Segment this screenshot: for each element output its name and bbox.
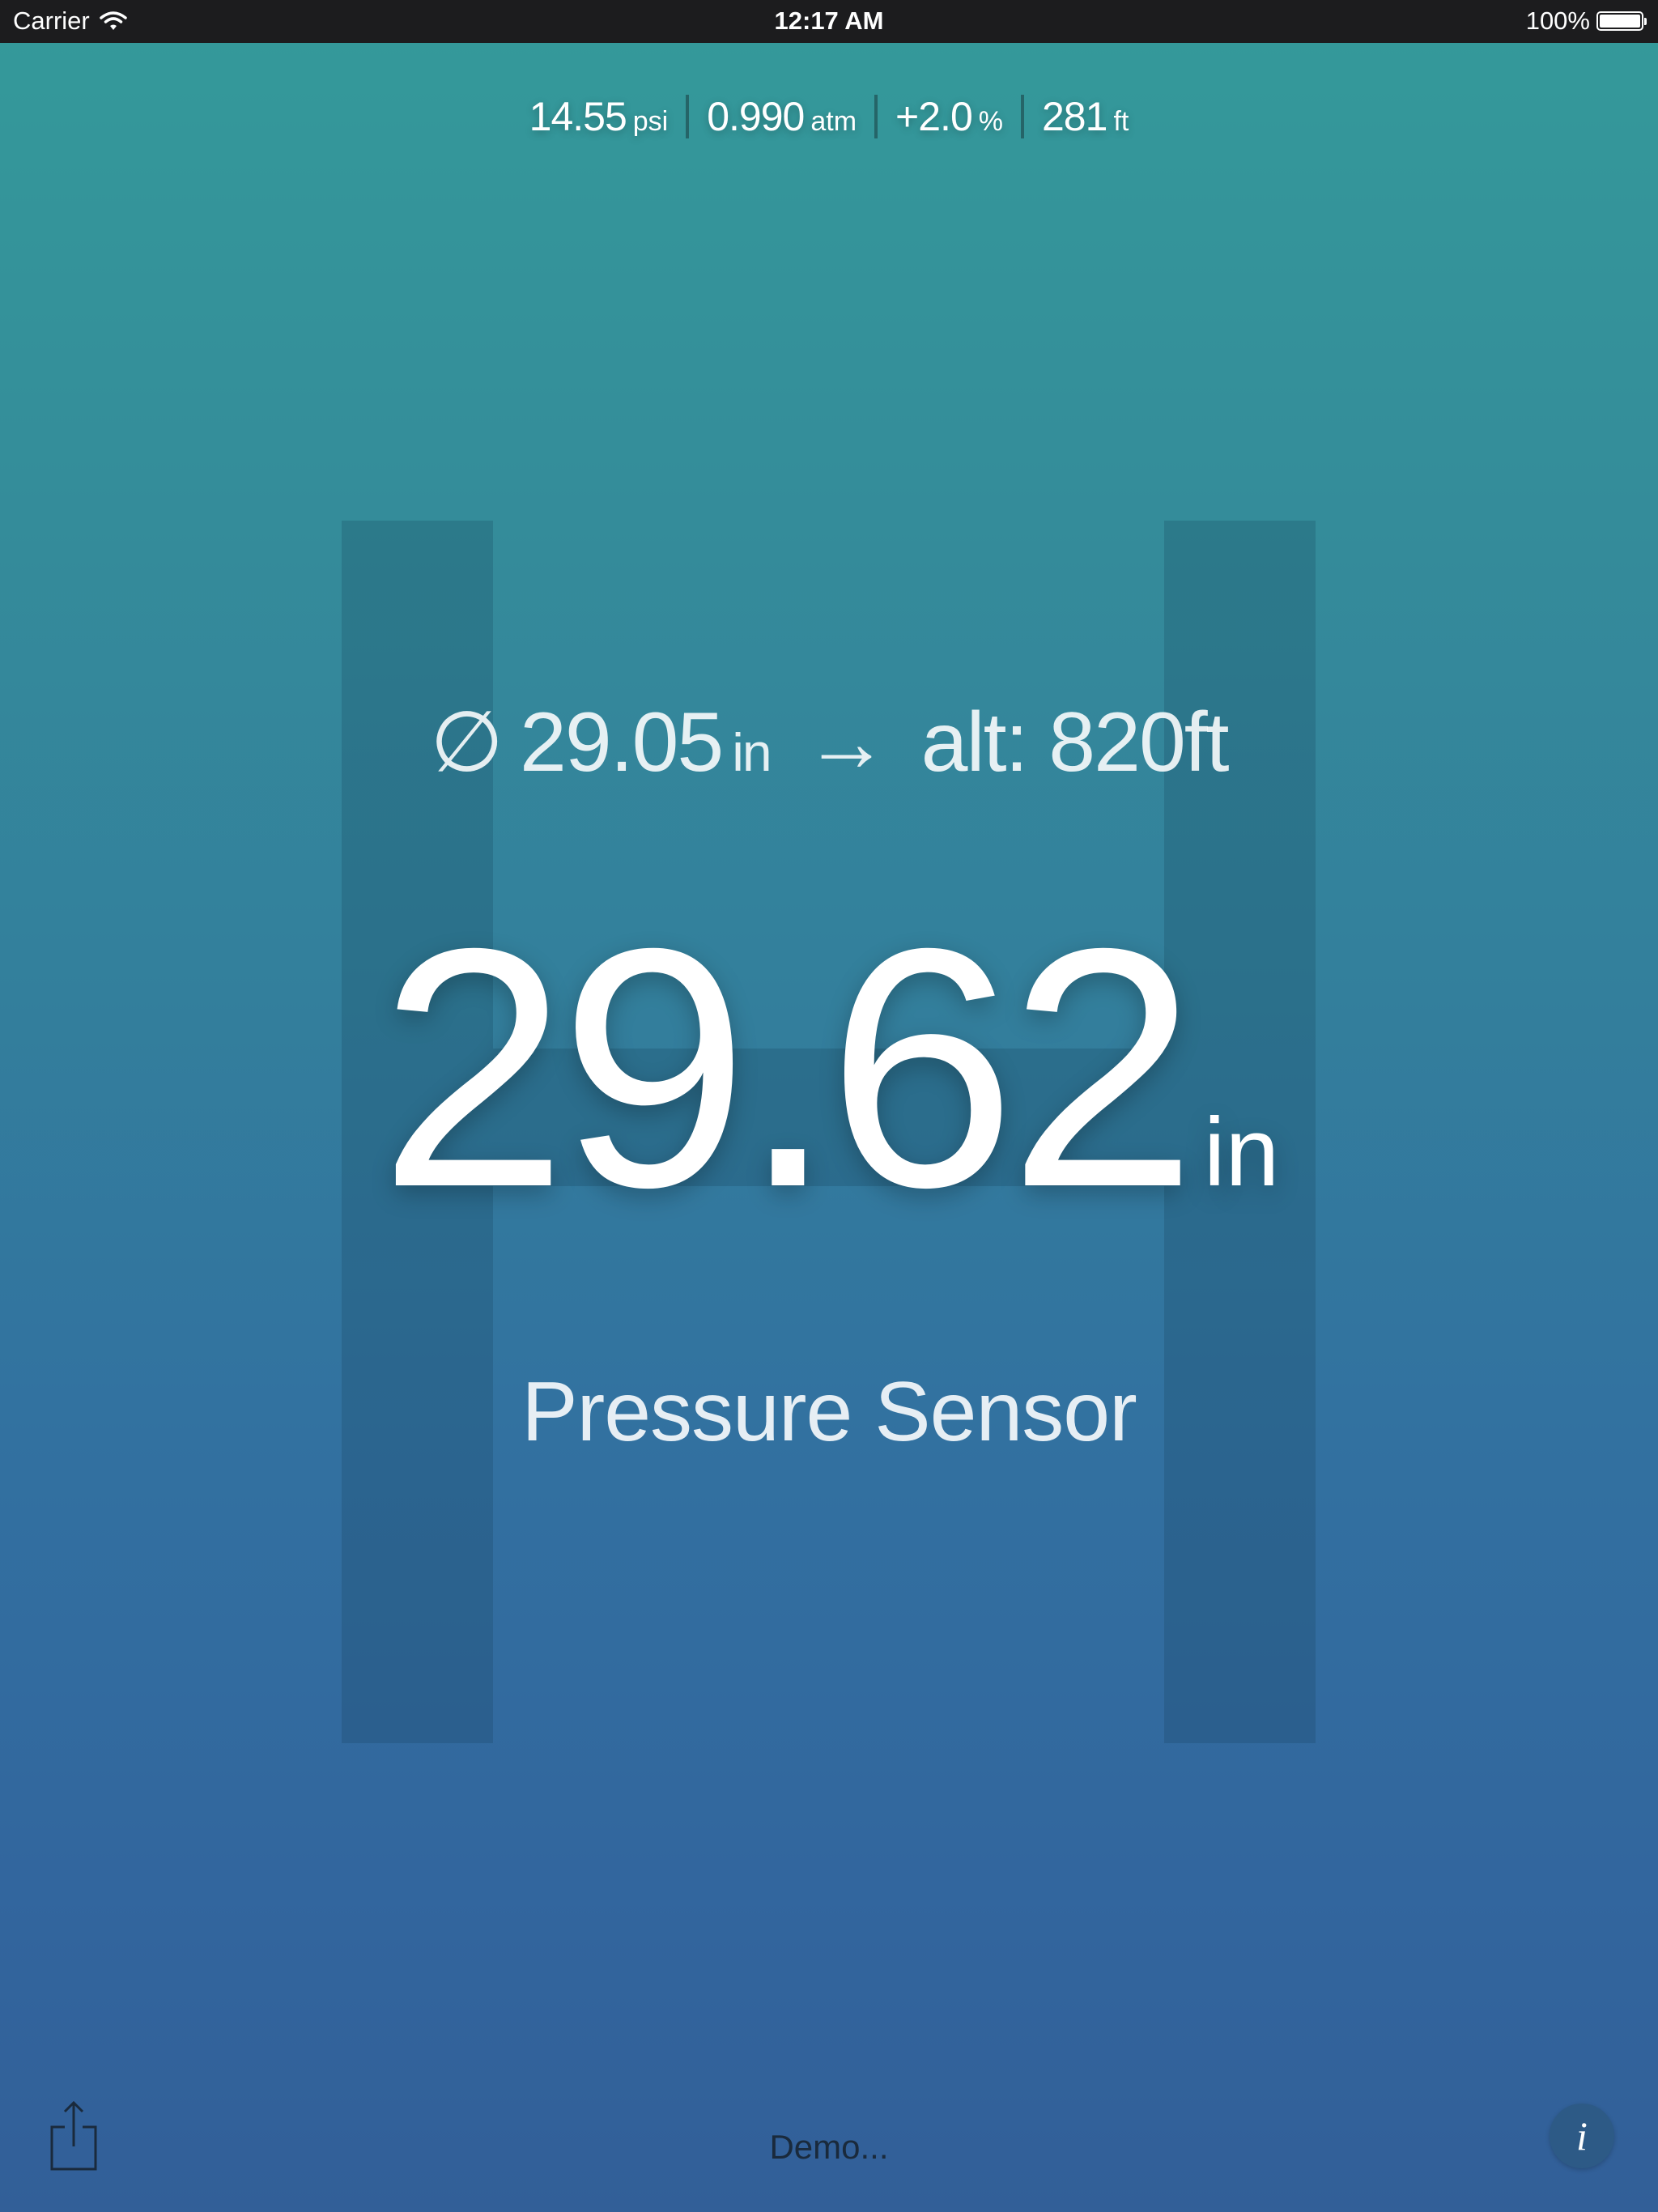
- status-time: 12:17 AM: [774, 6, 884, 35]
- average-altitude-line: ∅ 29.05 in → alt: 820ft: [0, 692, 1658, 791]
- metric-value: 0.990: [707, 94, 805, 139]
- metric-value: +2.0: [895, 94, 973, 139]
- battery-fill: [1600, 15, 1640, 28]
- metric-divider: [874, 95, 878, 138]
- metric-value: 281: [1042, 94, 1107, 139]
- metric-divider: [1021, 95, 1024, 138]
- pressure-value: 29.62: [378, 878, 1197, 1258]
- info-button[interactable]: i: [1550, 2104, 1614, 2168]
- metrics-row: 14.55 psi 0.990 atm +2.0% 281 ft: [0, 93, 1658, 140]
- status-bar: Carrier 12:17 AM 100%: [0, 0, 1658, 43]
- arrow-icon: →: [804, 696, 889, 789]
- sensor-label: Pressure Sensor: [521, 1365, 1137, 1459]
- metric-unit: %: [978, 106, 1003, 137]
- metric-unit: atm: [810, 106, 857, 137]
- average-unit: in: [732, 722, 772, 782]
- metric-percent: +2.0%: [895, 93, 1003, 140]
- metric-value: 14.55: [529, 94, 627, 139]
- battery-percent: 100%: [1525, 6, 1590, 35]
- metric-ft: 281 ft: [1042, 93, 1129, 140]
- metric-unit: psi: [632, 106, 669, 137]
- average-value: 29.05: [520, 696, 724, 789]
- altitude-value: alt: 820ft: [920, 696, 1230, 789]
- battery-icon: [1596, 11, 1647, 31]
- metric-divider: [686, 95, 690, 138]
- metric-unit: ft: [1113, 106, 1129, 137]
- battery-indicator: 100%: [1525, 6, 1647, 36]
- average-symbol: ∅: [430, 696, 504, 789]
- metric-atm: 0.990 atm: [707, 93, 857, 140]
- info-icon: i: [1576, 2113, 1588, 2159]
- demo-label: Demo...: [769, 2128, 889, 2166]
- metric-psi: 14.55 psi: [529, 93, 669, 140]
- pressure-reading: 29.62 in: [0, 899, 1658, 1239]
- pressure-unit: in: [1203, 1098, 1280, 1206]
